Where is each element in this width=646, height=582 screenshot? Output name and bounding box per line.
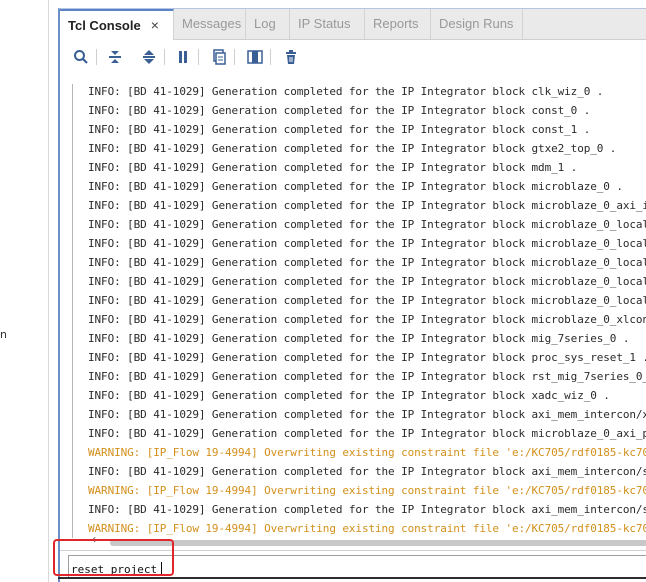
panel-divider[interactable] — [48, 0, 49, 582]
log-info-line: INFO: [BD 41-1029] Generation completed … — [88, 180, 623, 193]
scroll-left-icon[interactable]: ‹ — [92, 532, 96, 546]
tab-ip-status[interactable]: IP Status — [290, 9, 365, 39]
collapse-all-icon[interactable] — [104, 46, 126, 68]
log-info-line: INFO: [BD 41-1029] Generation completed … — [88, 465, 646, 478]
log-info-line: INFO: [BD 41-1029] Generation completed … — [88, 408, 646, 421]
tab-design-runs[interactable]: Design Runs — [431, 9, 523, 39]
console-toolbar — [60, 40, 646, 72]
columns-icon[interactable] — [244, 46, 266, 68]
tab-label: Log — [254, 16, 276, 31]
log-info-line: INFO: [BD 41-1029] Generation completed … — [88, 389, 610, 402]
tab-label: Reports — [373, 16, 419, 31]
log-info-line: INFO: [BD 41-1029] Generation completed … — [88, 142, 617, 155]
log-info-line: INFO: [BD 41-1029] Generation completed … — [88, 237, 646, 250]
log-info-line: INFO: [BD 41-1029] Generation completed … — [88, 313, 646, 326]
log-info-line: INFO: [BD 41-1029] Generation completed … — [88, 123, 591, 136]
tab-label: Messages — [182, 16, 242, 31]
log-info-line: INFO: [BD 41-1029] Generation completed … — [88, 370, 646, 383]
log-info-line: INFO: [BD 41-1029] Generation completed … — [88, 161, 578, 174]
log-info-line: INFO: [BD 41-1029] Generation completed … — [88, 199, 646, 212]
log-info-line: INFO: [BD 41-1029] Generation completed … — [88, 275, 646, 288]
log-info-line: INFO: [BD 41-1029] Generation completed … — [88, 218, 646, 231]
log-info-line: INFO: [BD 41-1029] Generation completed … — [88, 104, 591, 117]
expand-all-icon[interactable] — [138, 46, 160, 68]
log-warning-line: WARNING: [IP_Flow 19-4994] Overwriting e… — [88, 446, 646, 459]
log-warning-line: WARNING: [IP_Flow 19-4994] Overwriting e… — [88, 484, 646, 497]
tab-messages[interactable]: Messages — [174, 9, 246, 39]
log-info-line: INFO: [BD 41-1029] Generation completed … — [88, 427, 646, 440]
horizontal-scrollbar[interactable]: ‹ — [60, 532, 646, 546]
log-info-line: INFO: [BD 41-1029] Generation completed … — [88, 332, 630, 345]
log-info-line: INFO: [BD 41-1029] Generation completed … — [88, 351, 646, 364]
tab-bar: Tcl Console × Messages Log IP Status Repo… — [60, 9, 646, 40]
text-caret — [161, 562, 163, 575]
log-info-line: INFO: [BD 41-1029] Generation completed … — [88, 294, 646, 307]
tcl-command-input[interactable]: reset_project — [68, 555, 646, 579]
left-panel: n — [0, 0, 48, 582]
log-info-line: INFO: [BD 41-1029] Generation completed … — [88, 503, 646, 516]
search-icon[interactable] — [70, 46, 92, 68]
log-warning-line: WARNING: [IP_Flow 19-4994] Overwriting e… — [88, 522, 646, 535]
log-info-line: INFO: [BD 41-1029] Generation completed … — [88, 85, 604, 98]
clear-copy-icon[interactable] — [208, 46, 230, 68]
command-text: reset_project — [71, 563, 158, 576]
pause-icon[interactable] — [172, 46, 194, 68]
tab-reports[interactable]: Reports — [365, 9, 431, 39]
scrollbar-thumb[interactable] — [110, 540, 646, 546]
tab-log[interactable]: Log — [246, 9, 290, 39]
tab-label: Tcl Console — [68, 18, 141, 33]
tab-label: IP Status — [298, 16, 351, 31]
tab-label: Design Runs — [439, 16, 514, 31]
close-icon[interactable]: × — [151, 11, 159, 39]
tcl-console-panel: Tcl Console × Messages Log IP Status Repo… — [58, 8, 646, 582]
left-panel-fragment: n — [0, 328, 7, 341]
delete-icon[interactable] — [280, 46, 302, 68]
tab-tcl-console[interactable]: Tcl Console × — [60, 9, 174, 40]
console-output[interactable]: INFO: [BD 41-1029] Generation completed … — [60, 72, 646, 538]
bottom-border — [58, 577, 646, 579]
log-info-line: INFO: [BD 41-1029] Generation completed … — [88, 256, 646, 269]
